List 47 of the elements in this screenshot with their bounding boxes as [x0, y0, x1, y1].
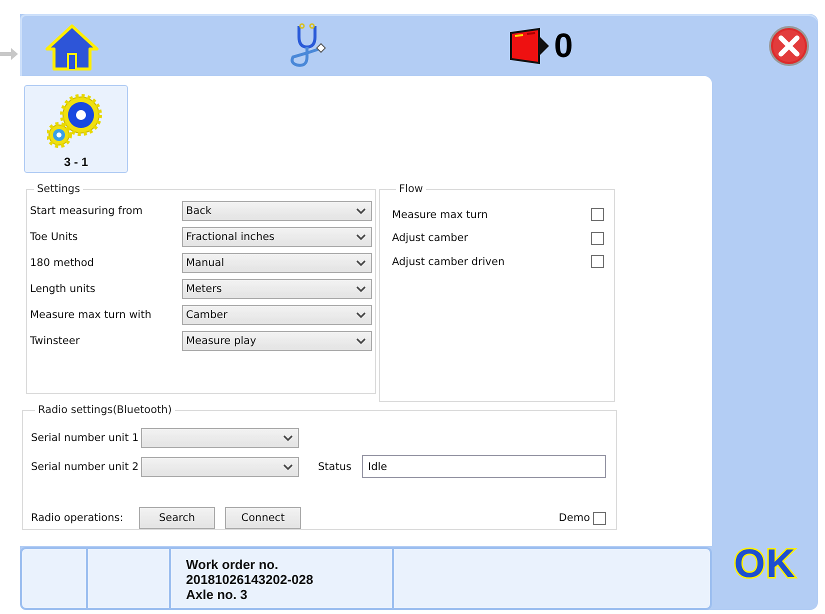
checkbox[interactable] [591, 232, 604, 245]
arrow-icon [0, 48, 18, 60]
checkbox[interactable] [591, 255, 604, 268]
checkbox-label: Adjust camber [392, 232, 468, 244]
chevron-icon [355, 284, 367, 294]
dropdown[interactable]: Manual [182, 253, 372, 273]
ok-button[interactable]: OK [734, 544, 796, 584]
counter: 0 [554, 29, 573, 63]
chevron-icon [355, 336, 367, 346]
field-label: Status [317, 460, 352, 472]
section-title: Radio settings(Bluetooth) [37, 404, 173, 416]
settings-tile[interactable]: 3 - 1 [24, 85, 128, 173]
dropdown[interactable]: Fractional inches [182, 227, 372, 247]
chevron-icon [282, 462, 294, 472]
work-order-info: Work order no. 20181026143202-028 Axle no. 3 [185, 556, 314, 602]
field-label: Radio operations: [31, 512, 124, 524]
checkbox[interactable] [593, 512, 606, 524]
field-label: Start measuring from [30, 205, 144, 217]
section-title: Settings [36, 183, 82, 195]
field-label: 180 method [30, 257, 95, 269]
dropdown[interactable]: Meters [182, 279, 372, 299]
field-label: Twinsteer [30, 335, 81, 347]
dropdown[interactable]: Camber [182, 305, 372, 325]
field-label: Toe Units [30, 231, 79, 243]
chevron-icon [355, 232, 367, 242]
field-label: Length units [30, 283, 96, 295]
dropdown[interactable]: Measure play [182, 331, 372, 351]
status-field[interactable]: Idle [362, 455, 606, 478]
gears-icon [47, 93, 105, 149]
field-label: Measure max turn with [30, 309, 152, 321]
chevron-icon [355, 258, 367, 268]
checkbox-label: Demo [558, 512, 590, 524]
connect-button[interactable]: Connect [225, 507, 301, 529]
checkbox[interactable] [591, 208, 604, 222]
close-icon[interactable] [768, 25, 810, 67]
box-arrow-icon [509, 27, 551, 65]
chevron-icon [355, 310, 367, 320]
section-title: Flow [398, 183, 424, 195]
home-icon[interactable] [44, 23, 100, 73]
checkbox-label: Adjust camber driven [392, 256, 505, 268]
search-button[interactable]: Search [139, 507, 215, 529]
field-label: Serial number unit 2 [31, 460, 140, 472]
chevron-icon [282, 433, 294, 443]
checkbox-label: Measure max turn [392, 208, 488, 221]
chevron-icon [355, 206, 367, 216]
field-label: Serial number unit 1 [31, 432, 140, 444]
dropdown[interactable]: Back [182, 201, 372, 221]
